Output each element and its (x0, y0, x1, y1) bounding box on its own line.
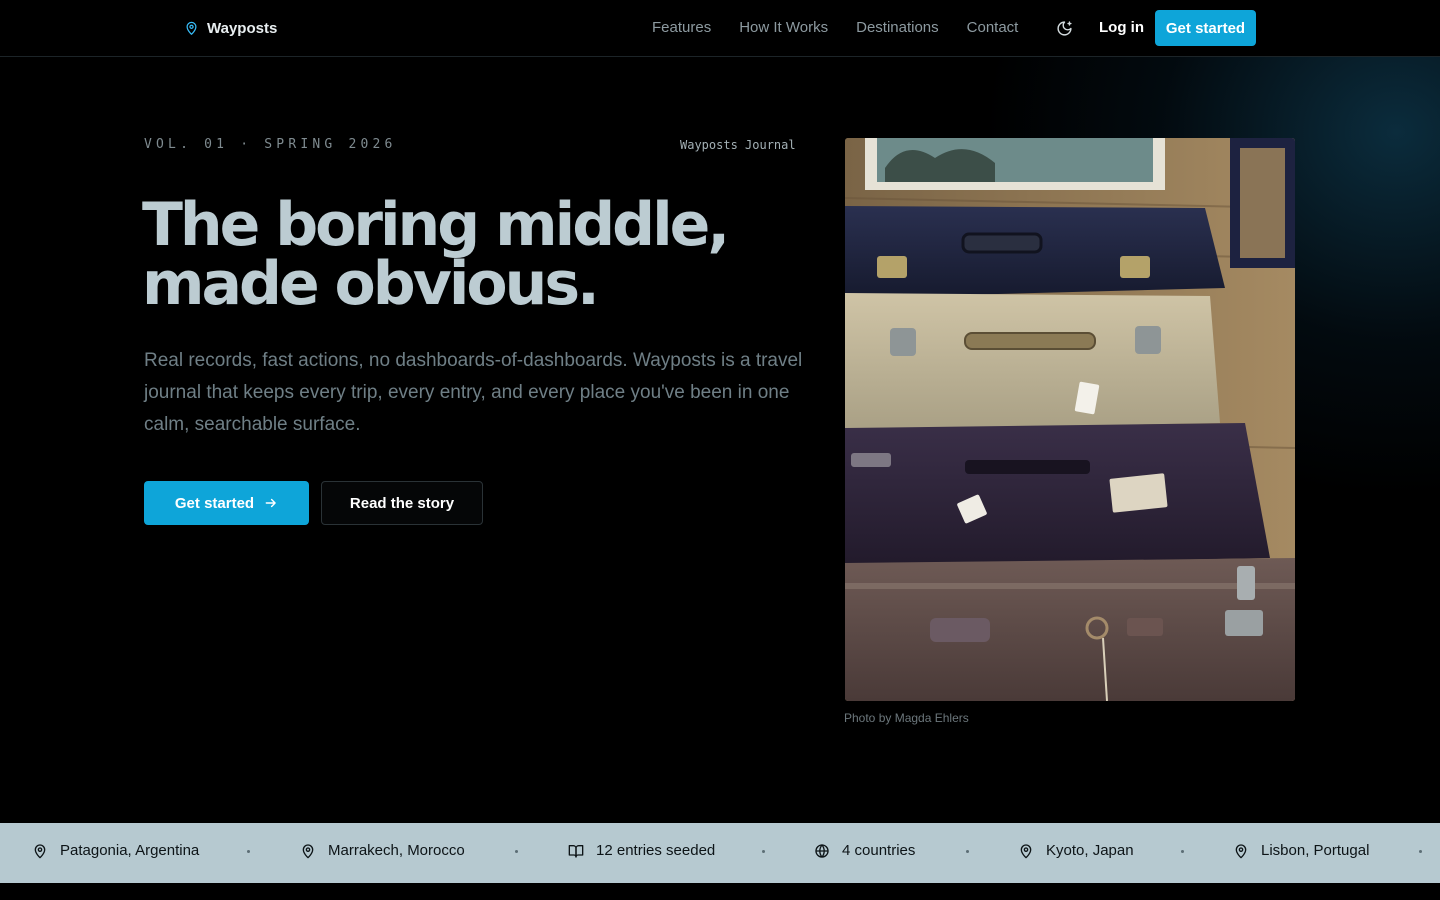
brand-logo[interactable]: Wayposts (184, 18, 277, 38)
ticker-label: 4 countries (842, 842, 916, 859)
ticker-label: Patagonia, Argentina (60, 842, 200, 859)
hero-photo (845, 138, 1295, 701)
top-navigation: Wayposts Features How It Works Destinati… (0, 0, 1440, 57)
globe-icon (815, 843, 829, 858)
nav-links: Features How It Works Destinations Conta… (652, 19, 1018, 36)
get-started-button[interactable]: Get started (144, 481, 309, 525)
journal-tag: Wayposts Journal (680, 138, 796, 152)
map-pin-icon (302, 843, 314, 858)
ticker-label: 12 entries seeded (596, 842, 716, 859)
ticker-item: Marrakech, Morocco (300, 842, 465, 859)
map-pin-icon (34, 843, 46, 858)
ticker-item: 12 entries seeded (568, 842, 715, 859)
ticker-separator (762, 850, 765, 853)
photo-caption: Photo by Magda Ehlers (844, 711, 969, 725)
ticker-item: Lisbon, Portugal (1233, 842, 1369, 859)
login-link[interactable]: Log in (1099, 19, 1144, 36)
ticker-item: Kyoto, Japan (1018, 842, 1134, 859)
moon-icon (1056, 20, 1072, 36)
ticker-item: 4 countries (814, 842, 915, 859)
read-story-button[interactable]: Read the story (321, 481, 483, 525)
nav-link-destinations[interactable]: Destinations (856, 19, 939, 36)
headline-line-2: made obvious. (142, 249, 600, 319)
ticker-label: Lisbon, Portugal (1261, 842, 1370, 859)
get-started-label: Get started (174, 494, 255, 512)
ticker-separator (966, 850, 969, 853)
destinations-ticker: Patagonia, Argentina Marrakech, Morocco … (0, 823, 1440, 883)
ticker-separator (1181, 850, 1184, 853)
map-pin-icon (1020, 843, 1032, 858)
nav-link-contact[interactable]: Contact (967, 19, 1019, 36)
issue-eyebrow: VOL. 01 · SPRING 2026 (144, 137, 397, 152)
map-pin-icon (186, 21, 197, 35)
book-open-icon (568, 844, 584, 858)
hero-lead: Real records, fast actions, no dashboard… (144, 350, 803, 435)
ticker-separator (247, 850, 250, 853)
ticker-label: Marrakech, Morocco (328, 842, 465, 859)
ticker-separator (515, 850, 518, 853)
nav-get-started-button[interactable]: Get started (1155, 10, 1256, 46)
nav-link-features[interactable]: Features (652, 19, 711, 36)
ticker-item: Patagonia, Argentina (32, 842, 199, 859)
arrow-right-icon (265, 498, 276, 508)
brand-name: Wayposts (207, 19, 278, 37)
ticker-label: Kyoto, Japan (1046, 842, 1134, 859)
map-pin-icon (1235, 843, 1247, 858)
theme-toggle-button[interactable] (1054, 18, 1074, 38)
ticker-separator (1419, 850, 1422, 853)
hero-headline: The boring middle, made obvious. (142, 195, 822, 314)
nav-link-how-it-works[interactable]: How It Works (739, 19, 828, 36)
